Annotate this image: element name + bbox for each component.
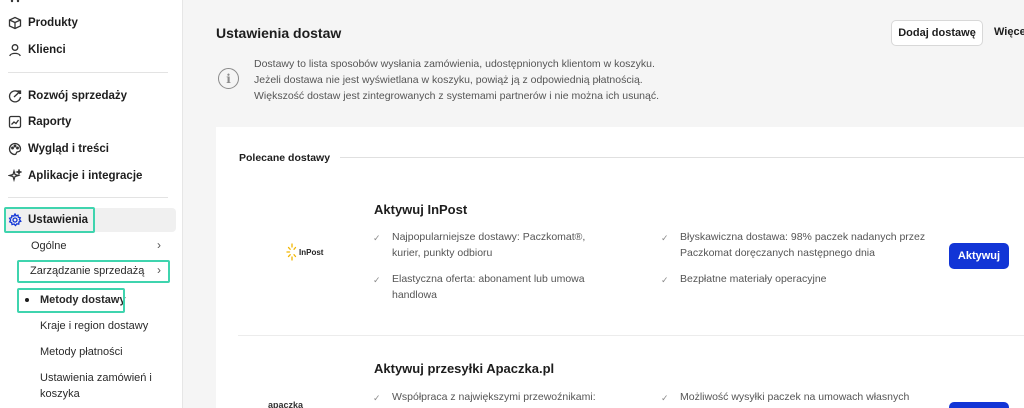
sidebar-divider: [8, 72, 168, 73]
activate-inpost-button[interactable]: Aktywuj: [949, 243, 1009, 269]
submenu-order-settings[interactable]: Ustawienia zamówień i: [40, 372, 152, 384]
sidebar-divider: [8, 197, 168, 198]
sidebar-item-top[interactable]: [8, 0, 28, 8]
apaczka-logo: apaczka: [268, 400, 304, 408]
sidebar-item-label: Aplikacje i integracje: [28, 170, 143, 182]
check-icon: ✓: [373, 233, 381, 243]
sidebar-item-apps[interactable]: Aplikacje i integracje: [8, 169, 142, 183]
add-delivery-button[interactable]: Dodaj dostawę: [891, 20, 983, 46]
feature-text: Współpraca z największymi przewoźnikami:: [392, 391, 596, 403]
sidebar: Produkty Klienci Rozwój sprzedaży Raport…: [0, 0, 183, 408]
feature-text: Najpopularniejsze dostawy: Paczkomat®, k…: [392, 231, 586, 259]
box-icon: [8, 16, 22, 30]
feature-text: Elastyczna oferta: abonament lub umowa h…: [392, 273, 585, 301]
inpost-logo: InPost: [286, 243, 323, 261]
sparkle-icon: [8, 169, 22, 183]
sidebar-item-growth[interactable]: Rozwój sprzedaży: [8, 89, 127, 103]
sidebar-item-label: Wygląd i treści: [28, 143, 109, 155]
submenu-general[interactable]: Ogólne: [31, 240, 66, 252]
sidebar-item-label: Rozwój sprzedaży: [28, 90, 128, 102]
page-title: Ustawienia dostaw: [216, 25, 342, 41]
card-title: Aktywuj InPost: [374, 202, 468, 217]
chevron-right-icon: ›: [157, 238, 161, 252]
feature-text: Możliwość wysyłki paczek na umowach włas…: [680, 391, 910, 403]
sidebar-item-label: Klienci: [28, 44, 66, 56]
highlight-delivery-methods: [17, 288, 125, 313]
feature-text: Bezpłatne materiały operacyjne: [680, 273, 827, 285]
highlight-settings: [4, 207, 95, 233]
section-divider: [340, 157, 1024, 158]
dots-icon: [8, 0, 22, 8]
user-icon: [8, 43, 22, 57]
sidebar-item-products[interactable]: Produkty: [8, 16, 78, 30]
submenu-payments[interactable]: Metody płatności: [40, 346, 123, 358]
sidebar-item-reports[interactable]: Raporty: [8, 115, 71, 129]
info-text-line: Większość dostaw jest zintegrowanych z s…: [254, 90, 659, 102]
inpost-sun-icon: [286, 243, 297, 261]
activate-apaczka-button[interactable]: [949, 402, 1009, 408]
card-divider: [238, 335, 1024, 336]
check-icon: ✓: [373, 393, 381, 403]
recommended-deliveries-panel: [216, 127, 1024, 408]
check-icon: ✓: [661, 275, 669, 285]
check-icon: ✓: [661, 393, 669, 403]
check-icon: ✓: [661, 233, 669, 243]
inpost-logo-text: InPost: [299, 247, 324, 257]
more-button[interactable]: Więce: [994, 26, 1024, 38]
submenu-order-settings-cont: koszyka: [40, 388, 80, 400]
info-text-line: Jeżeli dostawa nie jest wyświetlana w ko…: [254, 74, 643, 86]
section-title: Polecane dostawy: [239, 152, 331, 164]
highlight-sales-management: [17, 260, 170, 283]
sidebar-item-label: Raporty: [28, 116, 72, 128]
feature-text: Błyskawiczna dostawa: 98% paczek nadanyc…: [680, 231, 926, 259]
sidebar-item-clients[interactable]: Klienci: [8, 43, 66, 57]
sidebar-item-label: Produkty: [28, 17, 78, 29]
info-text-line: Dostawy to lista sposobów wysłania zamów…: [254, 58, 655, 70]
sidebar-item-appearance[interactable]: Wygląd i treści: [8, 142, 109, 156]
info-icon: i: [218, 68, 239, 89]
chart-icon: [8, 115, 22, 129]
growth-icon: [8, 89, 22, 103]
submenu-countries[interactable]: Kraje i region dostawy: [40, 320, 148, 332]
card-title: Aktywuj przesyłki Apaczka.pl: [374, 361, 555, 376]
palette-icon: [8, 142, 22, 156]
check-icon: ✓: [373, 275, 381, 285]
